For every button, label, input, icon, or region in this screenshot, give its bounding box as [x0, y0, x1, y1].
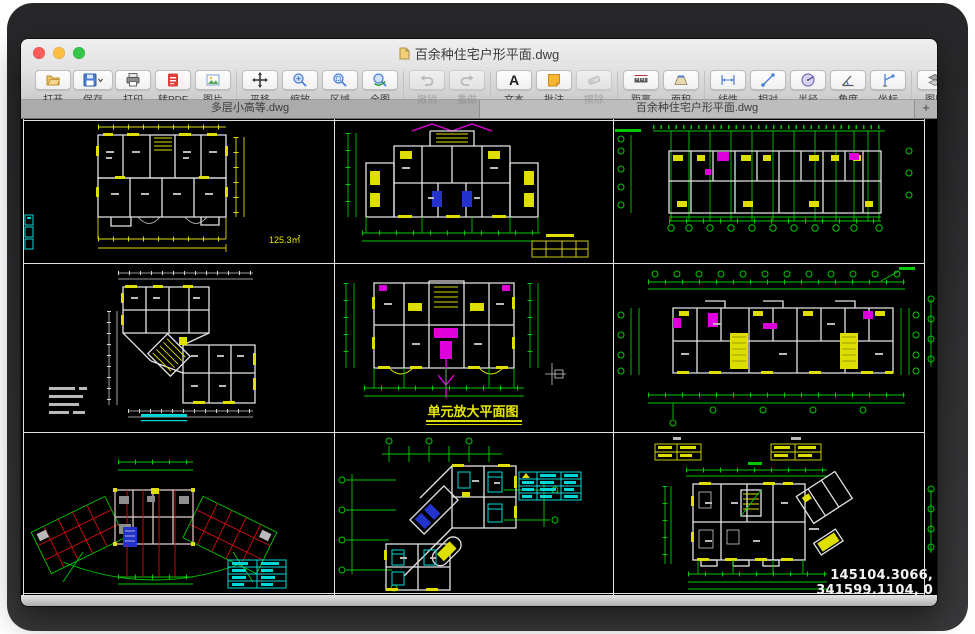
angle-icon	[840, 72, 856, 88]
zoom-icon	[292, 72, 308, 88]
area-label: 125.3㎡	[269, 235, 301, 245]
eraser-icon	[586, 72, 602, 88]
zoom-all-icon	[372, 72, 388, 88]
toolbar-separator	[236, 71, 237, 99]
redo-icon	[459, 72, 475, 88]
window-bottom-edge	[21, 595, 937, 606]
toolbar-separator	[403, 71, 404, 99]
toolbar: 打开 保存 打印 转PDF	[21, 67, 937, 100]
floorplan-mid-center: 单元放大平面图	[334, 263, 613, 432]
traffic-lights	[33, 47, 85, 59]
pdf-icon	[165, 72, 181, 88]
window-title-text: 百余种住宅户形平面.dwg	[415, 44, 559, 63]
radius-icon	[800, 72, 816, 88]
toolbar-separator	[704, 71, 705, 99]
text-icon: A	[506, 72, 522, 88]
add-tab-button[interactable]: +	[915, 100, 937, 118]
unit-plan-caption: 单元放大平面图	[427, 404, 518, 419]
close-button[interactable]	[33, 47, 45, 59]
relative-dim-icon	[760, 72, 776, 88]
chevron-down-icon	[99, 79, 103, 82]
floorplan-bottom-center	[334, 432, 613, 593]
pan-icon	[252, 72, 268, 88]
toolbar-separator	[911, 71, 912, 99]
app-window: 百余种住宅户形平面.dwg 打开 保存 打印	[21, 39, 937, 606]
title-bar: 百余种住宅户形平面.dwg	[21, 39, 937, 67]
floorplan-bottom-left	[23, 432, 334, 593]
toolbar-separator	[490, 71, 491, 99]
tab-baiyuzhong[interactable]: 百余种住宅户形平面.dwg	[480, 100, 915, 118]
window-title: 百余种住宅户形平面.dwg	[21, 44, 937, 63]
save-floppy-icon	[82, 72, 104, 88]
floorplan-top-left: 125.3㎡	[23, 121, 334, 263]
zoom-button[interactable]	[73, 47, 85, 59]
redo-button[interactable]: 重做	[447, 70, 487, 106]
document-icon	[399, 47, 410, 60]
open-folder-icon	[45, 72, 61, 88]
zoom-region-icon	[332, 72, 348, 88]
undo-icon	[419, 72, 435, 88]
layers-icon	[927, 72, 937, 88]
toolbar-separator	[617, 71, 618, 99]
distance-icon	[633, 72, 649, 88]
floorplan-top-right	[613, 121, 924, 263]
drawing-canvas[interactable]: 125.3㎡	[21, 119, 937, 595]
note-icon	[546, 72, 562, 88]
minimize-button[interactable]	[53, 47, 65, 59]
area-icon	[673, 72, 689, 88]
floorplan-mid-right	[613, 263, 924, 432]
undo-button[interactable]: 撤销	[407, 70, 447, 106]
coordinate-icon	[880, 72, 896, 88]
coordinate-readout: 145104.3066, 341599.1104, 0	[791, 568, 933, 595]
linear-dim-icon	[720, 72, 736, 88]
svg-text:A: A	[509, 72, 519, 88]
printer-icon	[125, 72, 141, 88]
floorplan-mid-left	[23, 263, 334, 432]
erase-button[interactable]: 擦除	[574, 70, 614, 106]
grid-line	[23, 593, 924, 594]
floorplan-top-center	[334, 121, 613, 263]
image-icon	[205, 72, 221, 88]
right-gutter-drawing	[925, 289, 937, 579]
